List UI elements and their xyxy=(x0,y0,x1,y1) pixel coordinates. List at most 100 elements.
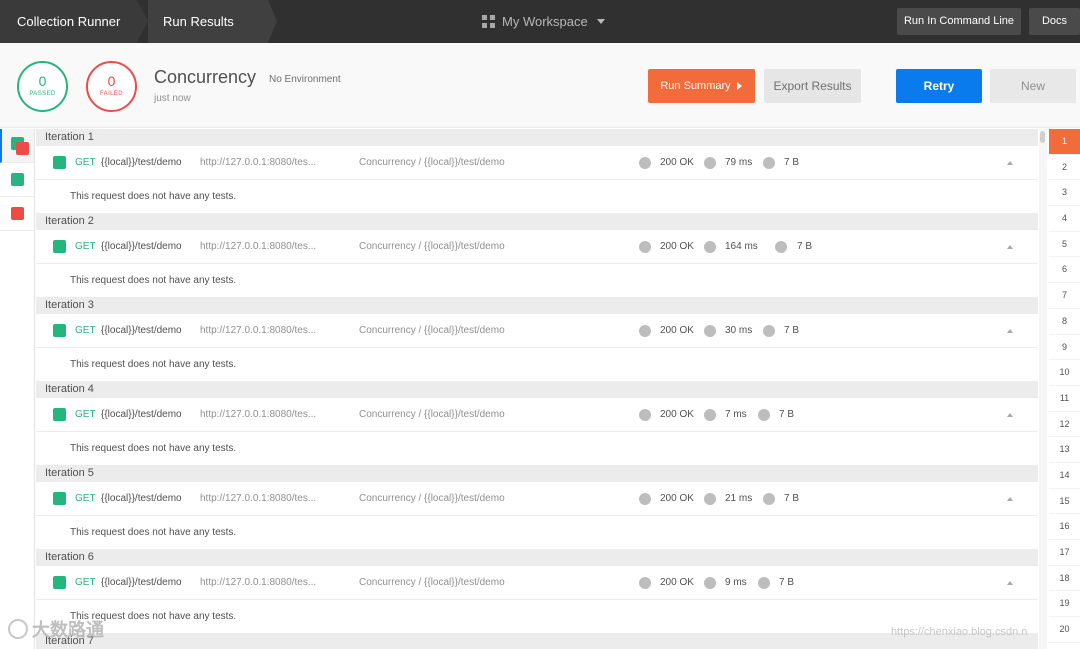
breadcrumb-separator xyxy=(137,0,148,42)
chevron-up-icon[interactable] xyxy=(1007,413,1013,417)
failed-counter: 0 FAILED xyxy=(86,61,137,112)
chevron-up-icon[interactable] xyxy=(1007,245,1013,249)
workspace-switcher[interactable]: My Workspace xyxy=(482,0,605,43)
request-row[interactable]: GET {{local}}/test/demo http://127.0.0.1… xyxy=(36,566,1038,600)
iteration-number-item[interactable]: 1 xyxy=(1049,129,1080,155)
response-time: 30 ms xyxy=(725,325,753,336)
iteration-number-item[interactable]: 4 xyxy=(1049,206,1080,232)
request-path: Concurrency / {{local}}/test/demo xyxy=(359,157,505,168)
iteration-header: Iteration 6 xyxy=(36,549,1038,566)
iteration-number-item[interactable]: 12 xyxy=(1049,412,1080,438)
iteration-number-item[interactable]: 9 xyxy=(1049,335,1080,361)
watermark-left: 大数路通 xyxy=(8,616,104,642)
iteration-block: Iteration 6 GET {{local}}/test/demo http… xyxy=(36,549,1038,633)
iteration-number-item[interactable]: 13 xyxy=(1049,437,1080,463)
scrollbar-thumb[interactable] xyxy=(1040,131,1045,143)
circle-icon xyxy=(763,157,775,169)
request-row[interactable]: GET {{local}}/test/demo http://127.0.0.1… xyxy=(36,314,1038,348)
request-method: GET xyxy=(75,325,96,336)
iteration-number-item[interactable]: 3 xyxy=(1049,180,1080,207)
new-button[interactable]: New xyxy=(990,69,1076,103)
run-title: Concurrency xyxy=(154,67,257,87)
circle-icon xyxy=(639,325,651,337)
run-summary-button[interactable]: Run Summary xyxy=(648,69,755,103)
breadcrumb-run-results[interactable]: Run Results xyxy=(148,0,268,43)
response-status: 200 OK xyxy=(660,493,694,504)
request-name[interactable]: {{local}}/test/demo xyxy=(101,398,182,432)
response-size: 7 B xyxy=(784,493,800,504)
request-path: Concurrency / {{local}}/test/demo xyxy=(359,577,505,588)
response-time: 164 ms xyxy=(725,241,758,252)
tests-message: This request does not have any tests. xyxy=(70,527,237,538)
response-size: 7 B xyxy=(784,157,800,168)
workspace-label: My Workspace xyxy=(502,14,588,29)
chevron-down-icon xyxy=(596,19,605,24)
grid-icon xyxy=(482,15,495,28)
response-status: 200 OK xyxy=(660,241,694,252)
run-in-command-line-button[interactable]: Run In Command Line xyxy=(897,8,1021,35)
filter-passed-button[interactable] xyxy=(0,163,34,197)
iteration-navigator: 1 2 3 4 5 6 7 8 9 10 11 12 13 14 15 16 1… xyxy=(1049,129,1080,649)
request-row[interactable]: GET {{local}}/test/demo http://127.0.0.1… xyxy=(36,482,1038,516)
result-filter-strip xyxy=(0,129,35,649)
request-method: GET xyxy=(75,157,96,168)
request-name[interactable]: {{local}}/test/demo xyxy=(101,230,182,264)
iteration-number-item[interactable]: 19 xyxy=(1049,591,1080,618)
request-name[interactable]: {{local}}/test/demo xyxy=(101,314,182,348)
request-row[interactable]: GET {{local}}/test/demo http://127.0.0.1… xyxy=(36,230,1038,264)
circle-icon xyxy=(758,409,770,421)
iteration-number-item[interactable]: 18 xyxy=(1049,566,1080,592)
iteration-block: Iteration 7 xyxy=(36,633,1038,649)
iteration-block: Iteration 5 GET {{local}}/test/demo http… xyxy=(36,465,1038,549)
iteration-number-item[interactable]: 20 xyxy=(1049,617,1080,643)
iteration-header: Iteration 3 xyxy=(36,297,1038,314)
request-method: GET xyxy=(75,493,96,504)
run-summary-label: Run Summary xyxy=(660,80,731,92)
response-time: 9 ms xyxy=(725,577,747,588)
request-url: http://127.0.0.1:8080/tes... xyxy=(200,157,317,168)
response-status: 200 OK xyxy=(660,325,694,336)
iteration-number-item[interactable]: 6 xyxy=(1049,257,1080,284)
request-name[interactable]: {{local}}/test/demo xyxy=(101,146,182,180)
iteration-number-item[interactable]: 14 xyxy=(1049,463,1080,489)
response-size: 7 B xyxy=(779,577,795,588)
circle-icon xyxy=(639,493,651,505)
chevron-up-icon[interactable] xyxy=(1007,161,1013,165)
breadcrumb-collection-runner[interactable]: Collection Runner xyxy=(0,0,137,43)
iteration-number-item[interactable]: 16 xyxy=(1049,514,1080,540)
request-name[interactable]: {{local}}/test/demo xyxy=(101,566,182,600)
request-name[interactable]: {{local}}/test/demo xyxy=(101,482,182,516)
circle-icon xyxy=(704,409,716,421)
circle-icon xyxy=(758,577,770,589)
export-results-button[interactable]: Export Results xyxy=(764,69,861,103)
breadcrumb-separator xyxy=(268,0,277,42)
request-path: Concurrency / {{local}}/test/demo xyxy=(359,325,505,336)
iteration-number-item[interactable]: 5 xyxy=(1049,232,1080,258)
results-scrollbar[interactable] xyxy=(1039,129,1047,649)
request-url: http://127.0.0.1:8080/tes... xyxy=(200,409,317,420)
iteration-number-item[interactable]: 10 xyxy=(1049,360,1080,386)
request-path: Concurrency / {{local}}/test/demo xyxy=(359,409,505,420)
circle-icon xyxy=(704,241,716,253)
iteration-number-item[interactable]: 2 xyxy=(1049,155,1080,181)
watermark-text: 大数路通 xyxy=(32,620,104,640)
iteration-number-item[interactable]: 11 xyxy=(1049,386,1080,412)
iteration-number-item[interactable]: 15 xyxy=(1049,489,1080,515)
request-row[interactable]: GET {{local}}/test/demo http://127.0.0.1… xyxy=(36,398,1038,432)
pass-status-icon xyxy=(53,576,66,589)
filter-all-button[interactable] xyxy=(0,129,34,163)
iteration-number-item[interactable]: 8 xyxy=(1049,309,1080,335)
filter-failed-button[interactable] xyxy=(0,197,34,231)
retry-button[interactable]: Retry xyxy=(896,69,982,103)
iteration-number-item[interactable]: 17 xyxy=(1049,540,1080,566)
iteration-block: Iteration 1 GET {{local}}/test/demo http… xyxy=(36,129,1038,213)
request-row[interactable]: GET {{local}}/test/demo http://127.0.0.1… xyxy=(36,146,1038,180)
chevron-up-icon[interactable] xyxy=(1007,329,1013,333)
docs-button[interactable]: Docs xyxy=(1029,8,1080,35)
chevron-up-icon[interactable] xyxy=(1007,581,1013,585)
chevron-up-icon[interactable] xyxy=(1007,497,1013,501)
passed-count: 0 xyxy=(38,73,47,89)
pass-status-icon xyxy=(53,156,66,169)
fail-status-icon xyxy=(11,207,24,220)
iteration-number-item[interactable]: 7 xyxy=(1049,283,1080,309)
